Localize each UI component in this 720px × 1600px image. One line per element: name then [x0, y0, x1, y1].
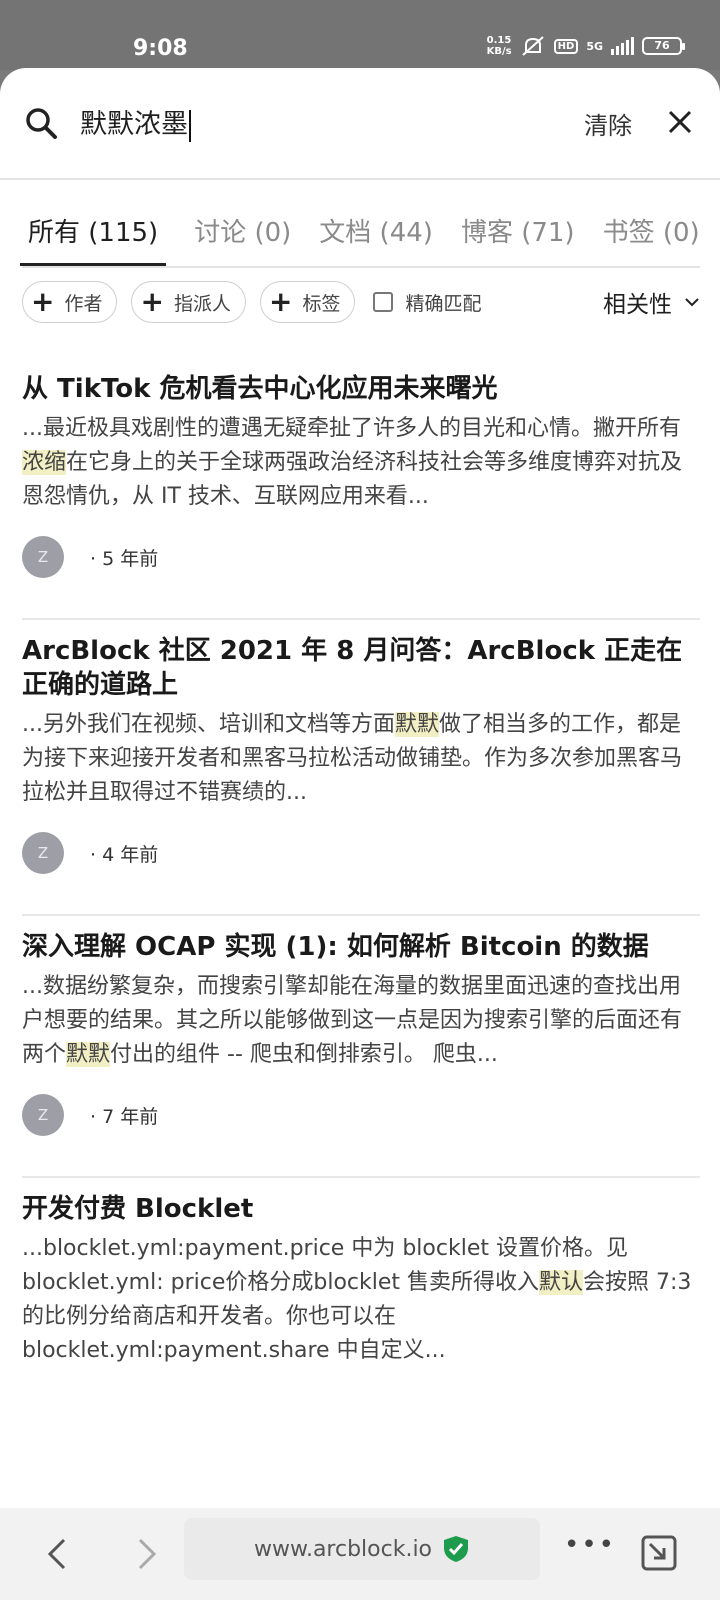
tab-bookmarks[interactable]: 书签 (0) — [603, 200, 700, 266]
result-meta: Z · 7 年前 — [22, 1094, 700, 1136]
search-icon — [26, 108, 57, 139]
result-title[interactable]: 开发付费 Blocklet — [22, 1192, 700, 1226]
filter-author-label: 作者 — [64, 292, 103, 315]
search-input[interactable]: 默默浓墨 — [80, 102, 191, 142]
avatar[interactable]: Z — [22, 832, 64, 874]
back-arrow-icon[interactable] — [38, 1534, 78, 1574]
close-icon[interactable] — [666, 108, 694, 136]
result-snippet: ...数据纷繁复杂，而搜索引擎却能在海量的数据里面迅速的查找出用户想要的结果。其… — [22, 974, 683, 1067]
chevron-down-icon — [685, 298, 699, 307]
signal-icon — [611, 37, 634, 55]
search-query: 默默浓墨 — [80, 109, 188, 140]
network-speed-unit: KB/s — [486, 46, 512, 57]
result-time: · 7 年前 — [90, 1105, 159, 1128]
plus-icon: + — [140, 285, 164, 318]
more-menu-icon[interactable]: ••• — [564, 1530, 616, 1560]
mute-bell-icon — [521, 36, 544, 56]
result-title[interactable]: ArcBlock 社区 2021 年 8 月问答：ArcBlock 正走在正确的… — [22, 634, 700, 702]
filter-tags-chip[interactable]: + 标签 — [259, 281, 356, 323]
status-icons: 0.15 KB/s HD 5G 76 — [487, 34, 685, 58]
hd-badge: HD — [553, 38, 579, 54]
result-snippet: ...另外我们在视频、培训和文档等方面默默做了相当多的工作，都是为接下来迎接开发… — [22, 712, 683, 805]
url-text: www.arcblock.io — [253, 1536, 433, 1562]
result-time: · 4 年前 — [90, 843, 159, 866]
result-tabs: 所有 (115) 讨论 (0) 文档 (44) 博客 (71) 书签 (0) — [20, 200, 700, 268]
results-list: 从 TikTok 危机看去中心化应用未来曙光 ...最近极具戏剧性的遭遇无疑牵扯… — [22, 358, 700, 1368]
browser-bottom-bar: www.arcblock.io ••• — [0, 1508, 720, 1600]
tab-discussions[interactable]: 讨论 (0) — [194, 200, 291, 266]
result-meta: Z · 5 年前 — [22, 536, 700, 578]
search-bar: 默默浓墨 清除 — [0, 68, 720, 180]
result-title[interactable]: 深入理解 OCAP 实现 (1): 如何解析 Bitcoin 的数据 — [22, 930, 700, 964]
filter-assignee-label: 指派人 — [173, 292, 231, 315]
filter-assignee-chip[interactable]: + 指派人 — [131, 281, 246, 323]
snippet-highlight: 默默 — [394, 712, 439, 737]
snippet-highlight: 默默 — [66, 1042, 111, 1067]
avatar[interactable]: Z — [22, 1094, 64, 1136]
result-time: · 5 年前 — [90, 547, 159, 570]
plus-icon: + — [31, 285, 55, 318]
exact-match-label: 精确匹配 — [405, 292, 482, 315]
exact-match-checkbox[interactable] — [373, 292, 394, 312]
list-item[interactable]: 从 TikTok 危机看去中心化应用未来曙光 ...最近极具戏剧性的遭遇无疑牵扯… — [22, 358, 700, 620]
tab-blogs[interactable]: 博客 (71) — [461, 200, 575, 266]
filter-row: + 作者 + 指派人 + 标签 精确匹配 相关性 — [22, 280, 700, 324]
list-item[interactable]: ArcBlock 社区 2021 年 8 月问答：ArcBlock 正走在正确的… — [22, 620, 700, 916]
snippet-highlight: 默认 — [539, 1270, 584, 1295]
battery-level: 76 — [654, 39, 670, 52]
result-snippet: ...最近极具戏剧性的遭遇无疑牵扯了许多人的目光和心情。撇开所有浓缩在它身上的关… — [22, 416, 683, 509]
network-speed: 0.15 KB/s — [487, 35, 512, 57]
clear-button[interactable]: 清除 — [584, 106, 632, 141]
tab-docs[interactable]: 文档 (44) — [319, 200, 433, 266]
result-snippet: ...blocklet.yml:payment.price 中为 blockle… — [22, 1236, 692, 1363]
result-title[interactable]: 从 TikTok 危机看去中心化应用未来曙光 — [22, 372, 700, 406]
exact-match-toggle[interactable]: 精确匹配 — [373, 289, 481, 316]
battery-icon: 76 — [642, 37, 685, 55]
filter-author-chip[interactable]: + 作者 — [22, 281, 118, 323]
sort-label: 相关性 — [603, 292, 672, 318]
url-bar[interactable]: www.arcblock.io — [184, 1518, 540, 1580]
plus-icon: + — [268, 285, 293, 318]
snippet-highlight: 浓缩 — [22, 450, 67, 475]
search-sheet: 默默浓墨 清除 所有 (115) 讨论 (0) 文档 (44) 博客 (71) … — [0, 68, 720, 1508]
list-item[interactable]: 开发付费 Blocklet ...blocklet.yml:payment.pr… — [22, 1178, 700, 1368]
forward-arrow-icon[interactable] — [126, 1534, 166, 1574]
list-item[interactable]: 深入理解 OCAP 实现 (1): 如何解析 Bitcoin 的数据 ...数据… — [22, 916, 700, 1178]
tab-all[interactable]: 所有 (115) — [20, 200, 167, 266]
result-meta: Z · 4 年前 — [22, 832, 700, 874]
text-cursor — [189, 109, 191, 142]
network-type: 5G — [586, 39, 603, 53]
clock: 9:08 — [133, 36, 188, 61]
status-bar: 9:08 0.15 KB/s HD 5G 76 — [0, 0, 720, 70]
tabs-icon[interactable] — [640, 1534, 678, 1572]
network-speed-value: 0.15 — [486, 35, 512, 46]
sort-dropdown[interactable]: 相关性 — [603, 285, 700, 319]
avatar[interactable]: Z — [22, 536, 64, 578]
shield-check-icon — [444, 1536, 469, 1562]
filter-tags-label: 标签 — [302, 292, 341, 315]
